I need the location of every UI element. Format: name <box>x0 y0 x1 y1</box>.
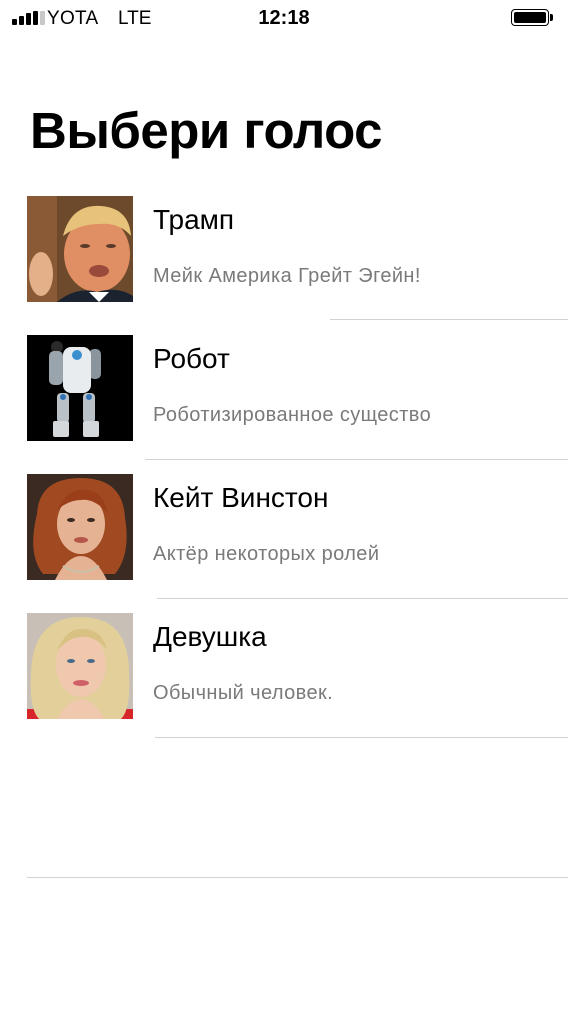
row-separator <box>330 319 568 320</box>
voice-name: Робот <box>153 343 230 374</box>
list-bottom-separator <box>27 877 568 878</box>
voice-name: Девушка <box>153 621 267 652</box>
voice-avatar-robot <box>27 335 133 441</box>
voice-avatar-trump <box>27 196 133 302</box>
voice-description: Обычный человек. <box>153 682 334 704</box>
voice-row-robot[interactable]: Робот Роботизированное существо <box>0 334 568 473</box>
voice-description: Мейк Америка Грейт Эгейн! <box>153 265 421 287</box>
voice-description: Роботизированное существо <box>153 404 432 426</box>
row-separator <box>155 737 568 738</box>
voice-row-girl[interactable]: Девушка Обычный человек. <box>0 612 568 751</box>
voice-name: Кейт Винстон <box>153 482 329 513</box>
row-separator <box>145 459 568 460</box>
battery-icon <box>511 9 553 26</box>
status-bar: YOTA LTE 12:18 <box>0 0 568 36</box>
row-separator <box>157 598 568 599</box>
voice-row-trump[interactable]: Трамп Мейк Америка Грейт Эгейн! <box>0 195 568 334</box>
voice-description: Актёр некоторых ролей <box>153 543 380 565</box>
status-time: 12:18 <box>258 7 310 29</box>
page-title: Выбери голос <box>30 102 382 159</box>
voice-avatar-girl <box>27 613 133 719</box>
voice-name: Трамп <box>153 204 235 235</box>
voice-row-kate[interactable]: Кейт Винстон Актёр некоторых ролей <box>0 473 568 612</box>
voice-avatar-kate <box>27 474 133 580</box>
